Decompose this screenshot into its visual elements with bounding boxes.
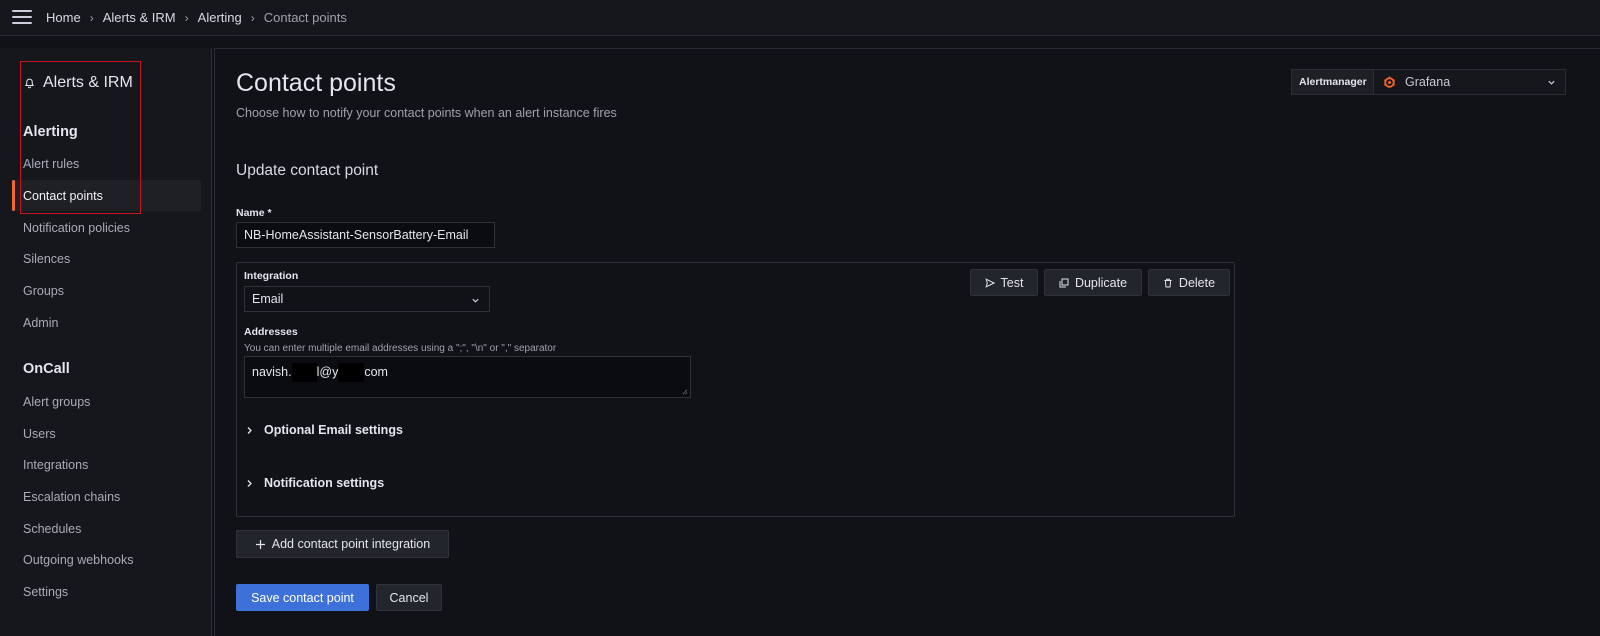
address-part-1: navish. bbox=[252, 364, 292, 379]
breadcrumb: Home › Alerts & IRM › Alerting › Contact… bbox=[46, 10, 347, 25]
bell-icon bbox=[24, 78, 35, 88]
breadcrumb-home[interactable]: Home bbox=[46, 10, 81, 25]
save-button[interactable]: Save contact point bbox=[236, 584, 369, 611]
chevron-down-icon bbox=[1548, 80, 1555, 85]
add-integration-label: Add contact point integration bbox=[271, 537, 431, 551]
sidebar-item-settings[interactable]: Settings bbox=[23, 585, 68, 599]
sidebar-item-integrations[interactable]: Integrations bbox=[23, 458, 88, 472]
sidebar-item-alert-groups[interactable]: Alert groups bbox=[23, 395, 90, 409]
sidebar-item-schedules[interactable]: Schedules bbox=[23, 522, 81, 536]
addresses-label: Addresses bbox=[244, 326, 298, 338]
send-icon bbox=[984, 277, 995, 288]
sidebar-header[interactable]: Alerts & IRM bbox=[24, 74, 133, 92]
duplicate-button-label: Duplicate bbox=[1074, 275, 1128, 290]
grafana-logo-icon bbox=[1383, 76, 1396, 88]
name-input[interactable]: NB-HomeAssistant-SensorBattery-Email bbox=[236, 222, 495, 248]
chevron-right-icon bbox=[247, 479, 252, 487]
optional-email-settings-toggle[interactable]: Optional Email settings bbox=[246, 423, 403, 437]
cancel-button[interactable]: Cancel bbox=[376, 584, 442, 611]
chevron-right-icon: › bbox=[89, 10, 94, 25]
group-title-alerting: Alerting bbox=[23, 124, 78, 140]
alertmanager-selected: Grafana bbox=[1405, 75, 1451, 89]
sidebar-item-contact-points[interactable]: Contact points bbox=[23, 189, 103, 203]
cancel-button-label: Cancel bbox=[389, 590, 429, 605]
optional-email-settings-label: Optional Email settings bbox=[264, 423, 403, 437]
notification-settings-toggle[interactable]: Notification settings bbox=[246, 476, 384, 490]
breadcrumb-contact-points: Contact points bbox=[263, 10, 347, 25]
resize-handle-icon[interactable] bbox=[681, 388, 688, 395]
integration-label: Integration bbox=[244, 270, 299, 282]
active-item-indicator bbox=[12, 180, 15, 211]
sidebar-item-silences[interactable]: Silences bbox=[23, 252, 70, 266]
sidebar: Alerts & IRM Alerting Alert rules Contac… bbox=[0, 48, 212, 636]
integration-select[interactable]: Email bbox=[244, 286, 490, 312]
name-value: NB-HomeAssistant-SensorBattery-Email bbox=[244, 228, 469, 242]
sidebar-item-alert-rules[interactable]: Alert rules bbox=[23, 157, 79, 171]
delete-button-label: Delete bbox=[1178, 275, 1216, 290]
breadcrumb-alerting[interactable]: Alerting bbox=[198, 10, 242, 25]
notification-settings-label: Notification settings bbox=[264, 476, 385, 490]
addresses-help: You can enter multiple email addresses u… bbox=[244, 343, 557, 354]
save-button-label: Save contact point bbox=[251, 590, 354, 605]
address-part-2: l@y bbox=[316, 364, 339, 379]
copy-icon bbox=[1059, 278, 1069, 287]
chevron-right-icon: › bbox=[184, 10, 189, 25]
sidebar-header-title: Alerts & IRM bbox=[43, 74, 133, 91]
chevron-right-icon: › bbox=[250, 10, 255, 25]
top-bar: Home › Alerts & IRM › Alerting › Contact… bbox=[0, 0, 1600, 36]
group-title-oncall: OnCall bbox=[23, 361, 70, 377]
trash-icon bbox=[1164, 278, 1172, 287]
address-part-3: com bbox=[364, 364, 388, 379]
main-content: Contact points Choose how to notify your… bbox=[214, 48, 1600, 636]
page-subtitle: Choose how to notify your contact points… bbox=[236, 106, 617, 120]
sidebar-item-outgoing-webhooks[interactable]: Outgoing webhooks bbox=[23, 553, 134, 567]
chevron-down-icon bbox=[472, 298, 479, 303]
page-title: Contact points bbox=[236, 69, 396, 97]
delete-button[interactable]: Delete bbox=[1148, 269, 1230, 296]
alertmanager-select[interactable]: Grafana bbox=[1373, 69, 1566, 95]
test-button[interactable]: Test bbox=[970, 269, 1038, 296]
breadcrumb-alerts-irm[interactable]: Alerts & IRM bbox=[103, 10, 176, 25]
chevron-right-icon bbox=[247, 426, 252, 434]
sidebar-item-admin[interactable]: Admin bbox=[23, 316, 58, 330]
sidebar-item-notification-policies[interactable]: Notification policies bbox=[23, 221, 130, 235]
addresses-textarea[interactable]: navish. l@y com bbox=[244, 356, 691, 398]
integration-panel: Integration Email Test Duplicate Delete … bbox=[236, 262, 1235, 517]
add-integration-button[interactable]: Add contact point integration bbox=[236, 530, 449, 558]
duplicate-button[interactable]: Duplicate bbox=[1044, 269, 1142, 296]
name-label: Name * bbox=[236, 207, 272, 219]
sidebar-item-escalation-chains[interactable]: Escalation chains bbox=[23, 490, 120, 504]
menu-icon[interactable] bbox=[12, 10, 32, 26]
redaction-block bbox=[291, 363, 317, 382]
redaction-block bbox=[338, 363, 365, 382]
integration-selected: Email bbox=[252, 292, 284, 306]
sidebar-item-groups[interactable]: Groups bbox=[23, 284, 64, 298]
test-button-label: Test bbox=[1000, 275, 1024, 290]
sidebar-item-users[interactable]: Users bbox=[23, 427, 56, 441]
section-title: Update contact point bbox=[236, 162, 379, 179]
alertmanager-label: Alertmanager bbox=[1291, 69, 1375, 95]
plus-icon bbox=[255, 539, 265, 549]
